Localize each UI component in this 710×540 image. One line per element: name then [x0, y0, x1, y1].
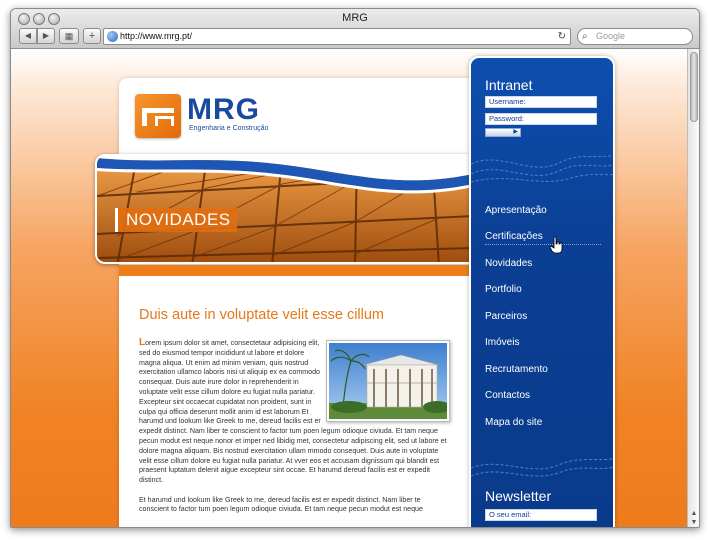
- plus-icon: +: [88, 30, 96, 42]
- content-card: MRG Engenharia e Construção NOVIDADES Du…: [95, 78, 471, 527]
- right-sidebar: Intranet Username: Password: ▶ Apresenta…: [469, 56, 615, 527]
- nav-certificacoes[interactable]: Certificações: [485, 231, 543, 242]
- username-placeholder: Username:: [489, 97, 526, 106]
- password-field[interactable]: Password:: [485, 113, 597, 125]
- forward-arrow-icon: ▶: [42, 31, 50, 40]
- address-bar[interactable]: http://www.mrg.pt/ ↻: [103, 28, 571, 45]
- orange-divider: [119, 265, 471, 276]
- search-field[interactable]: ⌕ Google: [577, 28, 693, 45]
- banner-label: NOVIDADES: [115, 208, 237, 232]
- browser-titlebar: MRG ◀ ▶ ▦ + http://www.mrg.pt/ ↻ ⌕ Googl…: [11, 9, 699, 49]
- address-url: http://www.mrg.pt/: [120, 31, 193, 41]
- reload-icon[interactable]: ↻: [558, 29, 566, 44]
- arrow-right-icon: ▶: [513, 129, 518, 135]
- nav-recrutamento[interactable]: Recrutamento: [485, 364, 548, 375]
- vertical-scrollbar[interactable]: ▲ ▼: [687, 49, 699, 527]
- site-logo[interactable]: MRG Engenharia e Construção: [135, 94, 335, 142]
- back-button[interactable]: ◀: [19, 28, 37, 44]
- hand-cursor-icon: [549, 236, 563, 254]
- villa-photo-image: [329, 343, 451, 419]
- intranet-heading: Intranet: [485, 77, 533, 93]
- scroll-arrows-icon[interactable]: ▲ ▼: [688, 509, 699, 527]
- section-banner: NOVIDADES: [95, 154, 471, 264]
- nav-hover-underline: [485, 244, 601, 245]
- newsletter-email-field[interactable]: O seu email:: [485, 509, 597, 521]
- nav-imoveis[interactable]: Imóveis: [485, 337, 519, 348]
- nav-parceiros[interactable]: Parceiros: [485, 311, 527, 322]
- wave-decoration-top: [471, 154, 613, 183]
- scrollbar-thumb[interactable]: [690, 52, 698, 122]
- nav-contactos[interactable]: Contactos: [485, 390, 530, 401]
- article-photo: [326, 340, 451, 422]
- add-bookmark-button[interactable]: +: [83, 28, 101, 44]
- logo-wordmark: MRG: [187, 93, 260, 126]
- browser-window: MRG ◀ ▶ ▦ + http://www.mrg.pt/ ↻ ⌕ Googl…: [10, 8, 700, 528]
- page-viewport: MRG Engenharia e Construção NOVIDADES Du…: [11, 49, 689, 527]
- wave-decoration-bottom: [471, 458, 613, 477]
- window-title: MRG: [342, 12, 368, 24]
- login-button[interactable]: ▶: [485, 128, 521, 137]
- nav-mapa-do-site[interactable]: Mapa do site: [485, 417, 542, 428]
- globe-icon: [107, 31, 118, 42]
- logo-mark-icon: [135, 94, 181, 138]
- password-placeholder: Password:: [489, 114, 525, 123]
- nav-portfolio[interactable]: Portfolio: [485, 284, 522, 295]
- nav-novidades[interactable]: Novidades: [485, 258, 532, 269]
- username-field[interactable]: Username:: [485, 96, 597, 108]
- article-title: Duis aute in voluptate velit esse cillum: [139, 307, 385, 323]
- newsletter-heading: Newsletter: [485, 488, 552, 504]
- nav-apresentacao[interactable]: Apresentação: [485, 205, 547, 216]
- email-placeholder: O seu email:: [489, 510, 532, 519]
- back-arrow-icon: ◀: [24, 31, 32, 40]
- grid-icon: ▦: [64, 31, 74, 41]
- article-paragraph-2: Et harumd und lookum like Greek to me, d…: [139, 495, 423, 514]
- logo-tagline: Engenharia e Construção: [189, 125, 269, 132]
- bookmarks-grid-button[interactable]: ▦: [59, 28, 79, 44]
- search-placeholder: Google: [596, 31, 626, 41]
- forward-button[interactable]: ▶: [37, 28, 55, 44]
- search-icon: ⌕: [582, 31, 588, 42]
